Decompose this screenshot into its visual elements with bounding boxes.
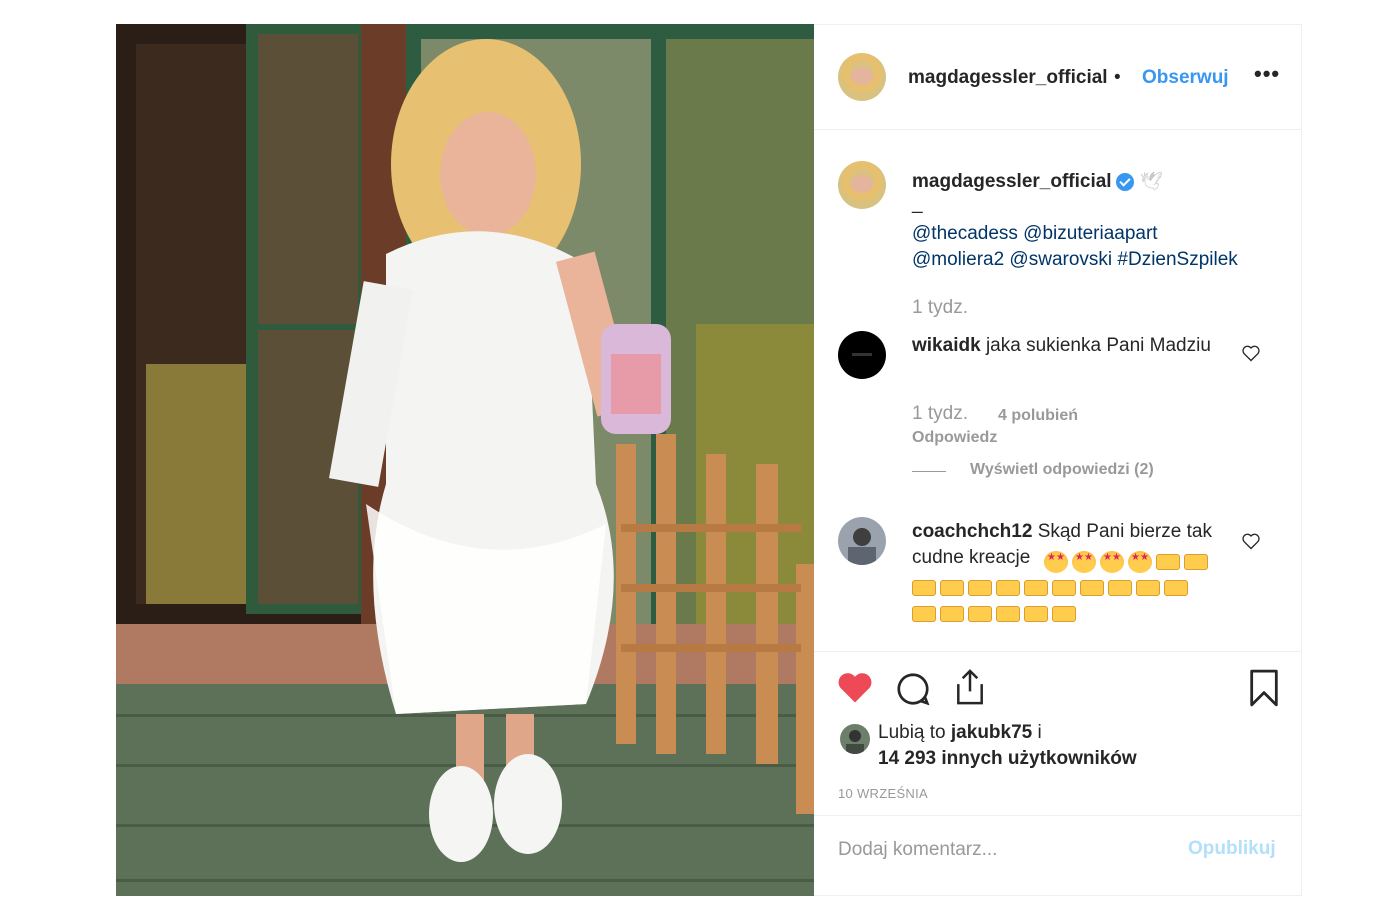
author-avatar[interactable] bbox=[838, 53, 886, 101]
comment-like-heart-icon[interactable] bbox=[1241, 343, 1261, 363]
replies-divider bbox=[912, 471, 946, 472]
crown-emoji-icon bbox=[940, 606, 964, 622]
more-icon[interactable]: ••• bbox=[1254, 61, 1280, 87]
comment-icon[interactable] bbox=[894, 670, 932, 708]
emoji-row-2 bbox=[912, 577, 1188, 596]
post-comment-button[interactable]: Opublikuj bbox=[1188, 838, 1276, 860]
comment-like-heart-icon[interactable] bbox=[1241, 531, 1261, 551]
crown-emoji-icon bbox=[968, 606, 992, 622]
crown-emoji-icon bbox=[1164, 580, 1188, 596]
comment-body: jaka sukienka Pani Madziu bbox=[985, 335, 1211, 356]
star-eyes-emoji-icon bbox=[1128, 551, 1152, 573]
crown-emoji-icon bbox=[1052, 580, 1076, 596]
caption-avatar[interactable] bbox=[838, 161, 886, 209]
comment-timestamp[interactable]: 1 tydz. bbox=[912, 403, 968, 425]
follow-button[interactable]: Obserwuj bbox=[1142, 67, 1229, 89]
crown-emoji-icon bbox=[996, 606, 1020, 622]
comment-avatar-wikaidk[interactable] bbox=[838, 331, 886, 379]
bookmark-icon[interactable] bbox=[1246, 668, 1282, 708]
crown-emoji-icon bbox=[940, 580, 964, 596]
crown-emoji-icon bbox=[912, 580, 936, 596]
post-date[interactable]: 10 WRZEŚNIA bbox=[838, 786, 928, 801]
crown-emoji-icon bbox=[1184, 554, 1208, 570]
caption-username[interactable]: magdagessler_official bbox=[912, 171, 1112, 193]
crown-emoji-icon bbox=[996, 580, 1020, 596]
likes-line: Lubią to jakubk75 i bbox=[878, 722, 1042, 744]
crown-emoji-icon bbox=[1156, 554, 1180, 570]
caption-mentions-line-2[interactable]: @moliera2 @swarovski #DzienSzpilek bbox=[912, 249, 1238, 271]
caption-timestamp[interactable]: 1 tydz. bbox=[912, 297, 968, 319]
comment-text: wikaidk jaka sukienka Pani Madziu bbox=[912, 333, 1232, 359]
emoji-row-3 bbox=[912, 603, 1076, 622]
share-icon[interactable] bbox=[952, 668, 988, 706]
comments-section[interactable]: magdagessler_official 🕊 _ @thecadess @bi… bbox=[814, 131, 1302, 651]
post-image bbox=[116, 24, 814, 896]
crown-emoji-icon bbox=[912, 606, 936, 622]
separator-dot: • bbox=[1114, 67, 1121, 88]
view-replies-button[interactable]: Wyświetl odpowiedzi (2) bbox=[970, 461, 1154, 479]
comment-username[interactable]: wikaidk bbox=[912, 335, 981, 356]
dove-icon: 🕊 bbox=[1140, 171, 1163, 191]
post-side-panel: magdagessler_official • Obserwuj ••• mag… bbox=[814, 24, 1302, 896]
caption-mentions-line-1[interactable]: @thecadess @bizuteriaapart bbox=[912, 223, 1158, 245]
likes-suffix: i bbox=[1037, 722, 1042, 743]
star-eyes-emoji-icon bbox=[1072, 551, 1096, 573]
post-actions: Lubią to jakubk75 i 14 293 innych użytko… bbox=[814, 651, 1302, 815]
crown-emoji-icon bbox=[1136, 580, 1160, 596]
likes-prefix: Lubią to bbox=[878, 722, 946, 743]
caption-dash: _ bbox=[912, 193, 923, 214]
comment-username[interactable]: coachchch12 bbox=[912, 521, 1032, 542]
star-eyes-emoji-icon bbox=[1044, 551, 1068, 573]
post-photo[interactable] bbox=[116, 24, 814, 896]
likes-count-button[interactable]: 14 293 innych użytkowników bbox=[878, 748, 1137, 770]
crown-emoji-icon bbox=[1080, 580, 1104, 596]
reply-button[interactable]: Odpowiedz bbox=[912, 429, 997, 447]
comment-input[interactable] bbox=[838, 836, 1158, 864]
comment-avatar-coachchch12[interactable] bbox=[838, 517, 886, 565]
add-comment-section: Opublikuj bbox=[814, 815, 1302, 897]
liker-username[interactable]: jakubk75 bbox=[951, 722, 1032, 743]
crown-emoji-icon bbox=[1108, 580, 1132, 596]
post-header: magdagessler_official • Obserwuj ••• bbox=[814, 25, 1302, 130]
liker-avatar[interactable] bbox=[840, 724, 870, 754]
heart-icon[interactable] bbox=[836, 670, 874, 704]
crown-emoji-icon bbox=[1024, 606, 1048, 622]
crown-emoji-icon bbox=[968, 580, 992, 596]
emoji-row-1 bbox=[1044, 551, 1208, 573]
comment-like-count[interactable]: 4 polubień bbox=[998, 407, 1078, 425]
crown-emoji-icon bbox=[1052, 606, 1076, 622]
verified-icon bbox=[1116, 173, 1134, 191]
crown-emoji-icon bbox=[1024, 580, 1048, 596]
author-username[interactable]: magdagessler_official bbox=[908, 67, 1108, 89]
star-eyes-emoji-icon bbox=[1100, 551, 1124, 573]
